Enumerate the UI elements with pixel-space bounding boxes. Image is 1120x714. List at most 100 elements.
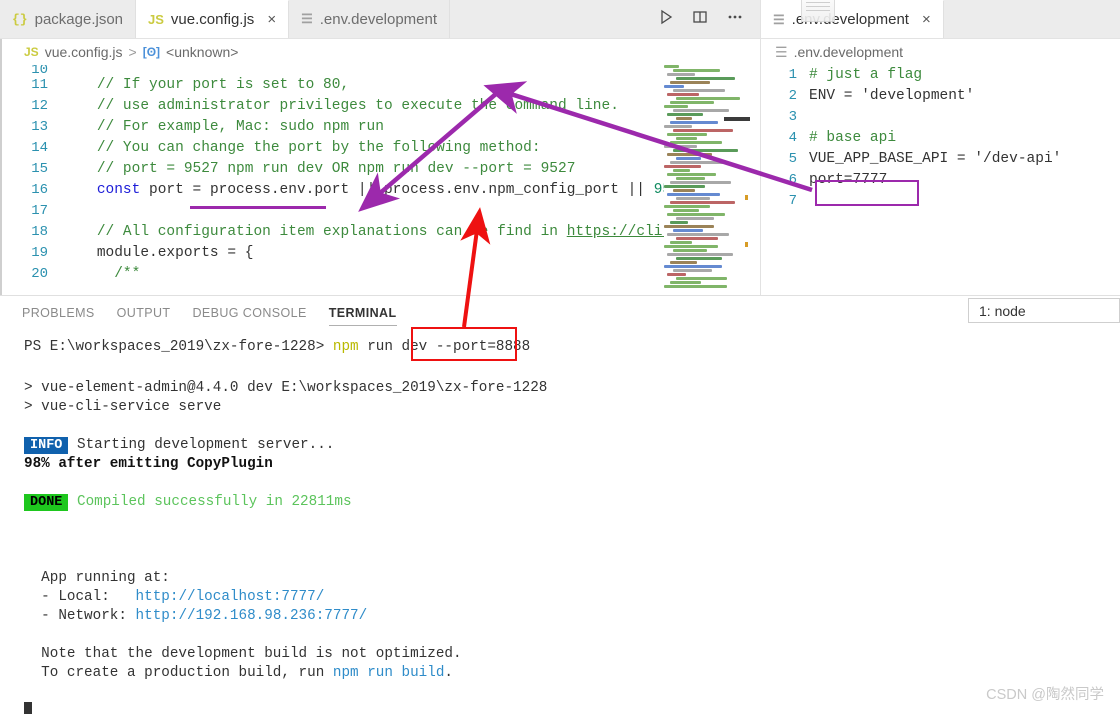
close-icon[interactable]: × <box>267 12 276 27</box>
line-text: ENV = 'development' <box>809 88 975 104</box>
line-number: 14 <box>31 140 48 156</box>
minimap-line <box>676 277 727 280</box>
minimap-line <box>673 109 729 112</box>
code-line: 19 module.exports = { <box>0 243 760 264</box>
line-number: 11 <box>31 77 48 93</box>
tab-env-development-right[interactable]: ☰ .env.development × <box>761 0 944 38</box>
panel-tab-terminal[interactable]: TERMINAL <box>328 296 397 330</box>
tab-env-development[interactable]: ☰ .env.development <box>289 0 451 38</box>
editor-tabbar: {} package.json JS vue.config.js × ☰ .en… <box>0 0 760 39</box>
minimap-line <box>664 185 706 188</box>
line-text: // use administrator privileges to execu… <box>96 98 619 114</box>
panel-tab-problems[interactable]: PROBLEMS <box>22 296 95 330</box>
close-icon[interactable]: × <box>922 12 931 27</box>
minimap-line <box>664 165 701 168</box>
minimap-line <box>670 181 732 184</box>
code-line: 14 // You can change the port by the fol… <box>0 138 760 159</box>
minimap-line <box>664 225 714 228</box>
terminal-line: INFO Starting development server... <box>24 436 1120 455</box>
minimap-line <box>667 73 695 76</box>
minimap-line <box>664 65 680 68</box>
minimap-line <box>664 85 684 88</box>
minimap-line <box>676 137 697 140</box>
line-number: 16 <box>31 182 48 198</box>
tab-label: package.json <box>34 10 124 28</box>
editor-group-right: ☰ .env.development × ☰ .env.development … <box>760 0 1120 295</box>
play-icon[interactable] <box>658 9 674 30</box>
split-editor-icon[interactable] <box>692 9 708 30</box>
line-text: const port = process.env.port || process… <box>96 182 706 198</box>
terminal-line: - Local: http://localhost:7777/ <box>24 588 1120 607</box>
terminal-link[interactable]: http://localhost:7777/ <box>136 589 325 605</box>
line-number: 20 <box>31 266 48 282</box>
minimap-line <box>673 69 721 72</box>
terminal-link[interactable]: http://192.168.98.236:7777/ <box>136 608 368 624</box>
status-badge: DONE <box>24 494 69 511</box>
line-text: # just a flag <box>809 67 923 83</box>
bottom-panel: PROBLEMS OUTPUT DEBUG CONSOLE TERMINAL PS E… <box>0 295 1120 714</box>
line-text: module.exports = { <box>96 245 254 261</box>
minimap-slider[interactable] <box>724 117 750 121</box>
minimap-line <box>670 261 697 264</box>
minimap-line <box>673 149 738 152</box>
terminal-line: 98% after emitting CopyPlugin <box>24 456 273 472</box>
line-number: 4 <box>788 130 797 146</box>
terminal-output[interactable]: PS E:\workspaces_2019\zx-fore-1228> npm … <box>0 330 1120 714</box>
code-line: 18 // All configuration item explanation… <box>0 222 760 243</box>
breadcrumb-symbol[interactable]: <unknown> <box>166 44 238 60</box>
line-number: 1 <box>788 67 797 83</box>
tab-package-json[interactable]: {} package.json <box>0 0 137 38</box>
status-badge: INFO <box>24 437 69 454</box>
terminal-text: - Network: <box>24 608 136 624</box>
code-line: 13 // For example, Mac: sudo npm run <box>0 117 760 138</box>
code-line: 17 <box>0 201 760 222</box>
terminal-instance-label: 1: node <box>979 302 1026 319</box>
minimap-line <box>676 217 714 220</box>
terminal-line: PS E:\workspaces_2019\zx-fore-1228> npm … <box>24 338 1120 360</box>
code-editor-vue-config[interactable]: 10 11 // If your port is set to 80, 12 // … <box>0 65 760 295</box>
tab-vue-config-js[interactable]: JS vue.config.js × <box>136 0 290 38</box>
editor-minimap[interactable] <box>664 65 750 295</box>
terminal-line: DONE Compiled successfully in 22811ms <box>24 493 1120 512</box>
code-line: 2 ENV = 'development' <box>761 86 1120 107</box>
breadcrumb-right[interactable]: ☰ .env.development <box>761 39 1120 65</box>
code-line: 10 <box>0 65 760 75</box>
minimap-line <box>673 169 691 172</box>
minimap-line <box>664 205 710 208</box>
minimap-line <box>676 97 740 100</box>
editor-scrollbar[interactable] <box>750 65 760 295</box>
line-number: 5 <box>788 151 797 167</box>
minimap-line <box>670 281 701 284</box>
minimap-line <box>676 117 693 120</box>
panel-tab-output[interactable]: OUTPUT <box>117 296 171 330</box>
purple-box-annotation-port-7777 <box>815 180 919 206</box>
symbol-icon: [ʘ] <box>142 45 161 59</box>
line-text: // You can change the port by the follow… <box>96 140 541 156</box>
panel-tab-debug-console[interactable]: DEBUG CONSOLE <box>192 296 306 330</box>
terminal-highlight: npm run build <box>332 665 445 681</box>
code-line: 4 # base api <box>761 128 1120 149</box>
ellipsis-icon[interactable] <box>726 9 744 30</box>
minimap-line <box>667 253 734 256</box>
minimap-line <box>670 241 693 244</box>
code-line: 16 const port = process.env.port || proc… <box>0 180 760 201</box>
minimap-line <box>670 221 689 224</box>
line-text: # base api <box>809 130 897 146</box>
editor-group-left: {} package.json JS vue.config.js × ☰ .en… <box>0 0 760 295</box>
breadcrumb-file[interactable]: .env.development <box>794 44 903 60</box>
terminal-instance-select[interactable]: 1: node <box>968 298 1120 323</box>
minimap-line <box>670 121 719 124</box>
breadcrumb[interactable]: JS vue.config.js > [ʘ] <unknown> <box>0 39 760 65</box>
breadcrumb-file[interactable]: vue.config.js <box>45 44 123 60</box>
terminal-line: > vue-element-admin@4.4.0 dev E:\workspa… <box>24 380 548 396</box>
minimap-line <box>664 245 719 248</box>
line-number: 18 <box>31 224 48 240</box>
minimap-line <box>673 89 725 92</box>
code-line: 1 # just a flag <box>761 65 1120 86</box>
